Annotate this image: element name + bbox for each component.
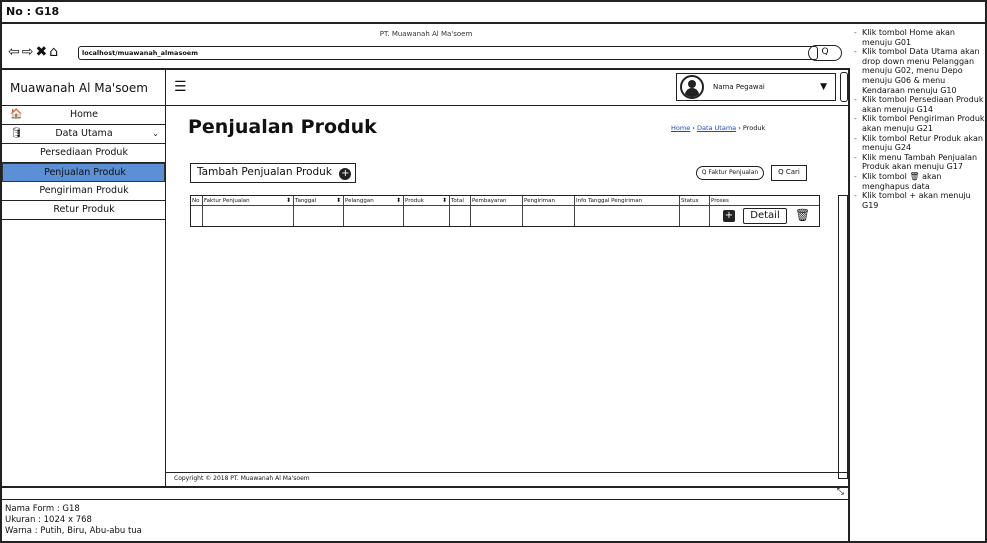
- column-header[interactable]: Faktur Penjualan ⬍: [203, 196, 294, 226]
- address-bar[interactable]: localhost/muawanah_almasoem: [78, 46, 818, 60]
- column-header[interactable]: Tanggal ⬍: [294, 196, 344, 226]
- search-input[interactable]: Q Faktur Penjualan: [696, 166, 764, 180]
- sidebar-item-retur-produk[interactable]: Retur Produk: [2, 201, 165, 220]
- note-item: Klik tombol Home akan menuju G01: [854, 28, 985, 47]
- add-sale-label: Tambah Penjualan Produk: [197, 166, 332, 178]
- form-info-line: Nama Form : G18: [5, 504, 80, 514]
- home-icon[interactable]: ⌂: [49, 44, 60, 60]
- plus-circle-icon: +: [339, 168, 352, 180]
- page-title: Penjualan Produk: [188, 116, 377, 138]
- sort-icon: ⬍: [335, 197, 341, 204]
- column-header: Pembayaran: [471, 196, 523, 226]
- note-item: Klik tombol + akan menuju G19: [854, 191, 985, 210]
- note-item: Klik tombol Data Utama akan drop down me…: [854, 47, 985, 95]
- close-icon[interactable]: ✖: [35, 44, 49, 60]
- app-bar: ☰ Nama Pegawai ▼: [166, 70, 850, 106]
- sidebar-item-label: Home: [69, 109, 99, 120]
- form-number: No : G18: [6, 5, 60, 18]
- page-scrollbar[interactable]: [840, 72, 848, 102]
- note-item: Klik tombol Retur Produk akan menuju G24: [854, 134, 985, 153]
- form-info-line: Warna : Putih, Biru, Abu-abu tua: [5, 526, 142, 536]
- form-info-text: Nama Form : G18 Ukuran : 1024 x 768 Warn…: [5, 504, 142, 537]
- sort-icon: ⬍: [285, 197, 291, 204]
- resize-handle-icon[interactable]: ⤡: [837, 487, 844, 497]
- column-header: Info Tanggal Pengiriman: [575, 196, 680, 226]
- note-item: Klik tombol Pengiriman Produk akan menuj…: [854, 114, 985, 133]
- column-header[interactable]: Pelanggan ⬍: [344, 196, 404, 226]
- column-header: No: [191, 196, 203, 226]
- brand-name: Muawanah Al Ma'soem: [2, 70, 165, 106]
- forward-icon[interactable]: ⇨: [22, 44, 36, 60]
- sidebar-item-label: Data Utama: [55, 128, 113, 139]
- browser-search-button[interactable]: Q: [808, 45, 842, 61]
- back-icon[interactable]: ⇦: [8, 44, 22, 60]
- info-panel-bar: ⤡: [2, 487, 848, 500]
- browser-window: PT. Muawanah Al Ma'soem ⇦⇨✖⌂ localhost/m…: [2, 24, 850, 486]
- breadcrumb-data-utama[interactable]: Data Utama: [697, 124, 736, 132]
- sidebar-item-home[interactable]: 🏠 Home: [2, 106, 165, 125]
- column-header: Total: [450, 196, 471, 226]
- chevron-down-icon: ⌄: [152, 129, 159, 138]
- breadcrumb-current: Produk: [742, 124, 766, 132]
- add-sale-button[interactable]: Tambah Penjualan Produk +: [190, 163, 356, 183]
- plus-square-icon[interactable]: +: [723, 210, 735, 222]
- breadcrumb-home[interactable]: Home: [671, 124, 690, 132]
- sidebar: Muawanah Al Ma'soem 🏠 Home 🛢 Data Utama …: [2, 70, 166, 486]
- column-header: Pengiriman: [523, 196, 575, 226]
- row-actions: + Detail 🗑: [721, 208, 817, 224]
- content-scrollbar[interactable]: [838, 195, 848, 479]
- sidebar-item-label: Penjualan Produk: [44, 167, 126, 178]
- form-number-bar: No : G18: [2, 2, 985, 24]
- form-info-panel: ⤡ Nama Form : G18 Ukuran : 1024 x 768 Wa…: [2, 486, 850, 541]
- note-item: Klik tombol Persediaan Produk akan menuj…: [854, 95, 985, 114]
- column-header[interactable]: Produk ⬍: [404, 196, 450, 226]
- sales-table: No Faktur Penjualan ⬍ Tanggal ⬍ Pelanggan ⬍…: [190, 195, 820, 227]
- breadcrumb: Home › Data Utama › Produk: [671, 124, 765, 132]
- caret-down-icon: ▼: [820, 82, 827, 92]
- search-button[interactable]: Q Cari: [771, 165, 807, 181]
- sort-icon: ⬍: [441, 197, 447, 204]
- trash-icon[interactable]: 🗑: [795, 208, 810, 222]
- sidebar-item-penjualan-produk[interactable]: Penjualan Produk: [2, 163, 165, 182]
- sidebar-item-label: Retur Produk: [53, 204, 115, 215]
- user-dropdown[interactable]: Nama Pegawai ▼: [676, 73, 836, 101]
- sidebar-item-persediaan-produk[interactable]: Persediaan Produk: [2, 144, 165, 163]
- sidebar-item-label: Persediaan Produk: [40, 147, 128, 158]
- sidebar-item-label: Pengiriman Produk: [39, 185, 129, 196]
- main-content: ☰ Nama Pegawai ▼ Penjualan Produk Home ›…: [166, 70, 850, 486]
- page-footer: Copyright © 2018 PT. Muawanah Al Ma'soem: [166, 472, 850, 486]
- form-info-line: Ukuran : 1024 x 768: [5, 515, 92, 525]
- column-header: Status: [680, 196, 710, 226]
- window-title: PT. Muawanah Al Ma'soem: [379, 30, 473, 38]
- sort-icon: ⬍: [395, 197, 401, 204]
- hamburger-menu-icon[interactable]: ☰: [174, 79, 187, 95]
- sidebar-item-pengiriman-produk[interactable]: Pengiriman Produk: [2, 182, 165, 201]
- detail-button[interactable]: Detail: [743, 208, 787, 224]
- avatar: [680, 75, 704, 99]
- note-item: Klik tombol 🗑 akan menghapus data: [854, 172, 985, 191]
- browser-chrome: PT. Muawanah Al Ma'soem ⇦⇨✖⌂ localhost/m…: [2, 24, 850, 70]
- user-name: Nama Pegawai: [713, 83, 765, 91]
- sidebar-item-data-utama[interactable]: 🛢 Data Utama ⌄: [2, 125, 165, 144]
- annotation-notes: Klik tombol Home akan menuju G01 Klik to…: [852, 28, 985, 538]
- nav-controls: ⇦⇨✖⌂: [8, 44, 60, 60]
- note-item: Klik menu Tambah Penjualan Produk akan m…: [854, 153, 985, 172]
